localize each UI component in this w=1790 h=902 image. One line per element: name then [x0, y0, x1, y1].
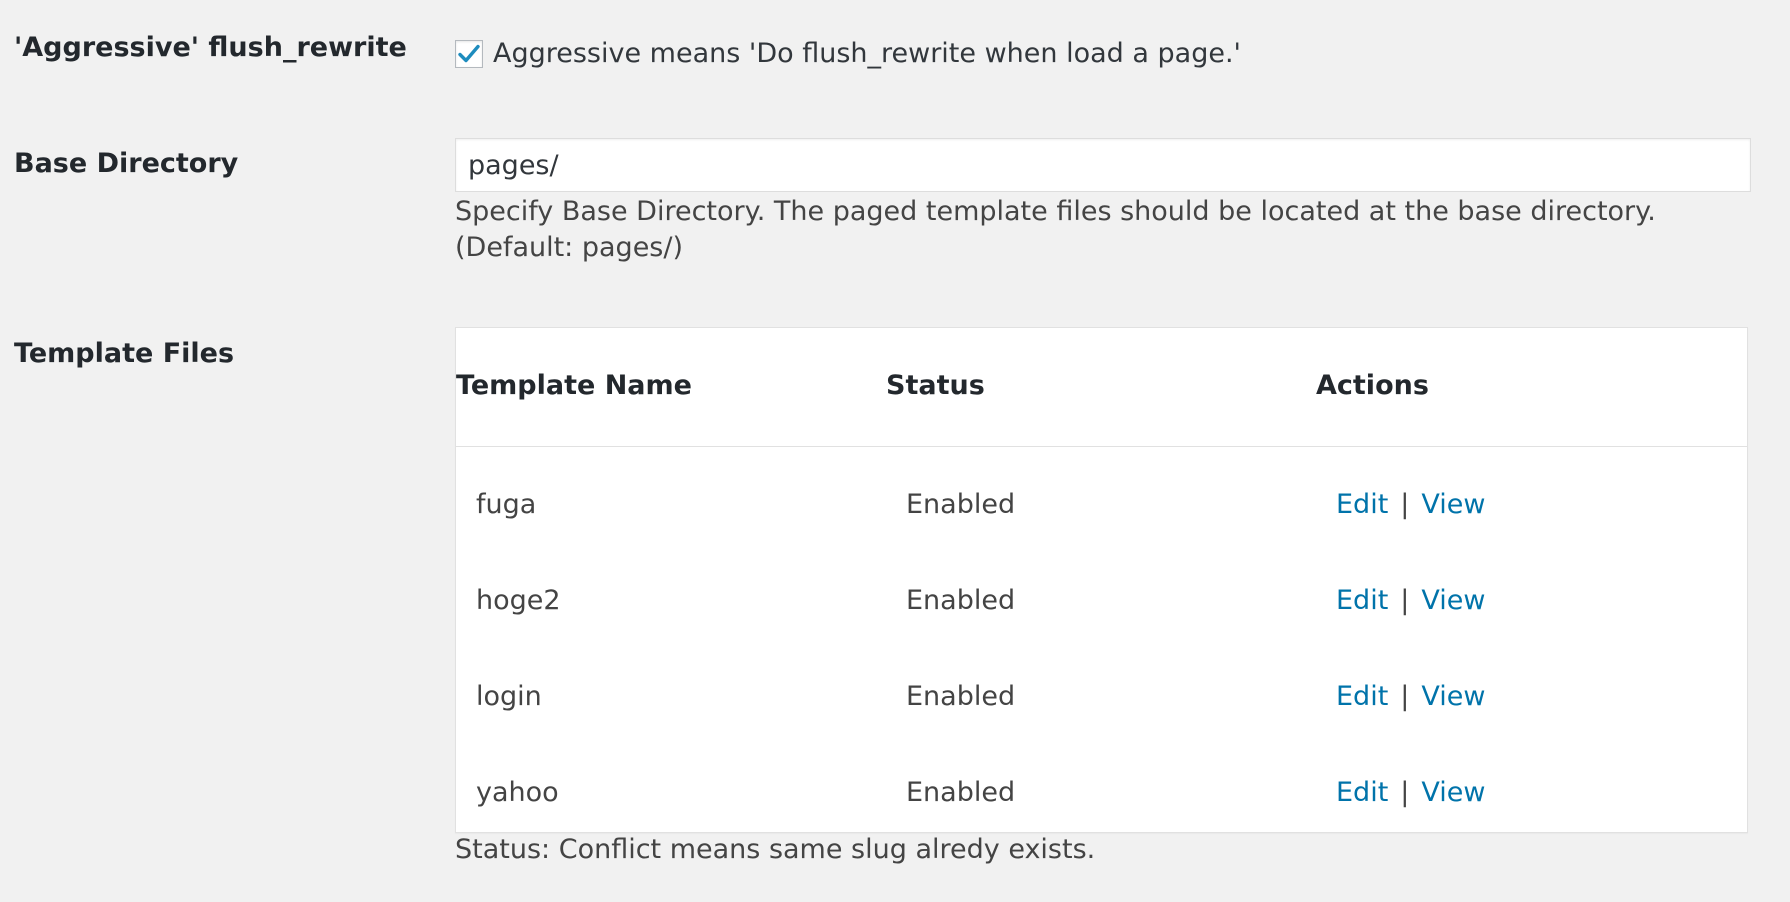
view-link[interactable]: View — [1421, 585, 1485, 616]
base-directory-description: Specify Base Directory. The paged templa… — [455, 196, 1656, 263]
edit-link[interactable]: Edit — [1336, 681, 1388, 712]
template-name-cell: hoge2 — [476, 585, 561, 616]
table-header: Template Name Status Actions — [456, 328, 1747, 447]
status-note: Status: Conflict means same slug alredy … — [455, 834, 1096, 865]
table-row: hoge2 Enabled Edit | View — [456, 555, 1747, 651]
aggressive-checkbox-label: Aggressive means 'Do flush_rewrite when … — [493, 38, 1241, 69]
actions-cell: Edit | View — [1336, 585, 1485, 616]
status-cell: Enabled — [906, 681, 1016, 712]
status-cell: Enabled — [906, 489, 1016, 520]
edit-link[interactable]: Edit — [1336, 777, 1388, 808]
action-separator: | — [1400, 777, 1410, 808]
status-cell: Enabled — [906, 585, 1016, 616]
template-name-cell: fuga — [476, 489, 537, 520]
aggressive-checkbox-row[interactable]: Aggressive means 'Do flush_rewrite when … — [455, 38, 1241, 69]
base-directory-input[interactable] — [455, 138, 1751, 192]
template-files-table: Template Name Status Actions fuga Enable… — [455, 327, 1748, 833]
view-link[interactable]: View — [1421, 777, 1485, 808]
table-row: yahoo Enabled Edit | View — [456, 747, 1747, 843]
action-separator: | — [1400, 489, 1410, 520]
template-name-cell: login — [476, 681, 542, 712]
actions-cell: Edit | View — [1336, 681, 1485, 712]
actions-cell: Edit | View — [1336, 777, 1485, 808]
table-row: fuga Enabled Edit | View — [456, 459, 1747, 555]
action-separator: | — [1400, 681, 1410, 712]
edit-link[interactable]: Edit — [1336, 585, 1388, 616]
base-directory-label: Base Directory — [14, 148, 239, 179]
status-cell: Enabled — [906, 777, 1016, 808]
template-name-cell: yahoo — [476, 777, 559, 808]
aggressive-checkbox[interactable] — [455, 39, 483, 68]
aggressive-flush-label: 'Aggressive' flush_rewrite — [14, 32, 407, 63]
table-row: login Enabled Edit | View — [456, 651, 1747, 747]
column-header-status: Status — [886, 370, 985, 401]
actions-cell: Edit | View — [1336, 489, 1485, 520]
column-header-actions: Actions — [1316, 370, 1429, 401]
table-body: fuga Enabled Edit | View hoge2 Enabled Edi… — [456, 447, 1747, 843]
view-link[interactable]: View — [1421, 489, 1485, 520]
edit-link[interactable]: Edit — [1336, 489, 1388, 520]
checkmark-icon — [458, 44, 480, 62]
column-header-template-name: Template Name — [456, 370, 692, 401]
template-files-label: Template Files — [14, 338, 235, 369]
action-separator: | — [1400, 585, 1410, 616]
view-link[interactable]: View — [1421, 681, 1485, 712]
